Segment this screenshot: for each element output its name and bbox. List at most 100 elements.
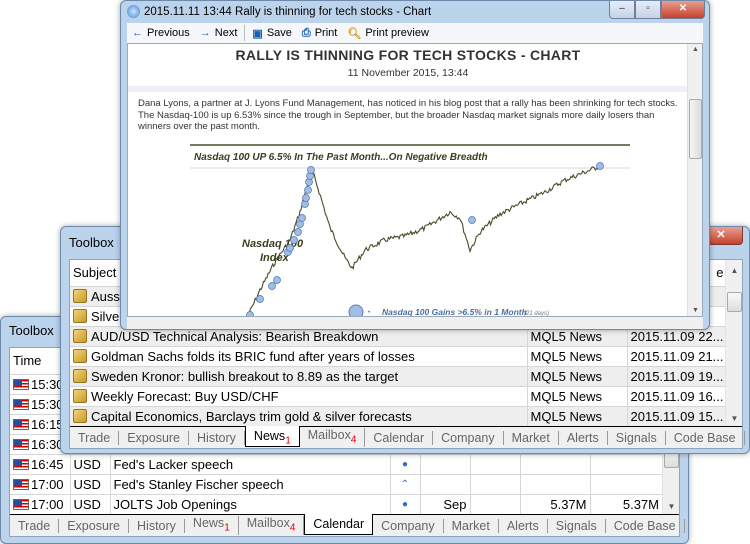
- subject-text: Capital Economics, Barclays trim gold & …: [91, 408, 412, 424]
- importance-low-icon: ●: [401, 498, 409, 510]
- tab-badge: 4: [350, 434, 357, 446]
- tab-label: Mailbox: [307, 427, 351, 442]
- gain-marker: [302, 194, 310, 202]
- tab-exposure[interactable]: Exposure: [59, 518, 130, 533]
- vertical-scrollbar[interactable]: ▲ ▼: [725, 260, 742, 428]
- scrollbar-thumb[interactable]: [727, 292, 742, 312]
- subject-cell: Sweden Kronor: bullish breakout to 8.89 …: [70, 366, 528, 387]
- scroll-down-icon[interactable]: ▼: [663, 498, 680, 515]
- news-row[interactable]: Goldman Sachs folds its BRIC fund after …: [70, 346, 728, 367]
- scroll-down-icon[interactable]: ▼: [726, 410, 743, 427]
- printer-icon: ⎙: [301, 26, 311, 39]
- gain-marker: [286, 244, 294, 252]
- importance-cell: ⌃: [390, 474, 421, 495]
- status-bar: [127, 317, 703, 329]
- print-preview-label: Print preview: [365, 27, 429, 39]
- time-value: 15:30: [31, 396, 64, 412]
- maximize-button[interactable]: ▫: [635, 1, 661, 19]
- title-bar[interactable]: 2015.11.11 13:44 Rally is thinning for t…: [121, 1, 709, 23]
- news-row[interactable]: Weekly Forecast: Buy USD/CHF MQL5 News 201…: [70, 386, 728, 407]
- tab-label: News: [192, 515, 225, 530]
- tab-alerts[interactable]: Alerts: [499, 518, 548, 533]
- print-preview-button[interactable]: 🔍︎ Print preview: [342, 27, 434, 40]
- gain-marker: [468, 216, 476, 224]
- tab-mailbox[interactable]: Mailbox4: [300, 427, 366, 448]
- us-flag-icon: [13, 378, 29, 390]
- gain-marker: [256, 295, 264, 303]
- news-row[interactable]: Capital Economics, Barclays trim gold & …: [70, 406, 728, 427]
- tab-trade[interactable]: Trade: [10, 518, 60, 533]
- article-headline: RALLY IS THINNING FOR TECH STOCKS - CHAR…: [235, 47, 581, 63]
- tab-label: Calendar: [373, 430, 425, 445]
- article-scrollbar[interactable]: ▲ ▼: [687, 44, 702, 316]
- article-content: RALLY IS THINNING FOR TECH STOCKS - CHAR…: [127, 43, 703, 317]
- toolbox-tabs: Trade Exposure History News1 Mailbox4 Calenda…: [70, 426, 745, 448]
- gain-marker: [307, 166, 315, 174]
- actual-cell: [470, 474, 521, 495]
- news-envelope-icon: [73, 408, 87, 423]
- forecast-cell: 5.37M: [520, 494, 591, 515]
- tab-history[interactable]: History: [129, 518, 185, 533]
- tab-code-base[interactable]: Code Base: [666, 430, 745, 445]
- gain-marker: [304, 186, 312, 194]
- previous-label: Previous: [147, 27, 190, 39]
- minimize-button[interactable]: –: [609, 1, 635, 19]
- news-envelope-icon: [73, 368, 87, 383]
- tab-alerts[interactable]: Alerts: [559, 430, 608, 445]
- time-value: 16:30: [31, 436, 64, 452]
- time-value: 17:00: [31, 496, 64, 512]
- article-toolbar: ← Previous → Next ▣ Save ⎙ Print 🔍︎ Print pre…: [127, 23, 703, 43]
- print-button[interactable]: ⎙ Print: [297, 27, 342, 40]
- source-cell: MQL5 News: [527, 406, 628, 427]
- article-chart-image: Nasdaq 100 UP 6.5% In The Past Month...O…: [190, 144, 630, 316]
- news-envelope-icon: [73, 308, 87, 323]
- legend-note: (21 days): [524, 311, 549, 316]
- date-cell: 2015.11.09 15...: [627, 406, 728, 427]
- tab-exposure[interactable]: Exposure: [119, 430, 190, 445]
- calendar-row[interactable]: 17:00 USD JOLTS Job Openings ● Sep 5.37M 5.37M: [10, 494, 663, 515]
- tab-market[interactable]: Market: [504, 430, 559, 445]
- scroll-up-icon[interactable]: ▲: [726, 262, 743, 279]
- scroll-down-icon[interactable]: ▼: [688, 307, 702, 314]
- event-cell: JOLTS Job Openings: [110, 494, 391, 515]
- tab-company[interactable]: Company: [433, 430, 504, 445]
- tab-label: Trade: [18, 518, 51, 533]
- calendar-row[interactable]: 17:00 USD Fed's Stanley Fischer speech ⌃: [10, 474, 663, 495]
- currency-cell: USD: [70, 454, 111, 475]
- gain-marker: [298, 214, 306, 222]
- tab-code-base[interactable]: Code Base: [606, 518, 685, 533]
- tab-label: History: [137, 518, 176, 533]
- tab-news[interactable]: News1: [244, 426, 300, 447]
- scrollbar-thumb[interactable]: [689, 99, 702, 159]
- time-cell: 16:45: [10, 454, 71, 475]
- tab-label: Code Base: [613, 518, 676, 533]
- scroll-up-icon[interactable]: ▲: [688, 46, 702, 53]
- gain-marker: [246, 311, 254, 316]
- gain-marker: [294, 228, 302, 236]
- subject-text: Weekly Forecast: Buy USD/CHF: [91, 388, 279, 404]
- tab-market[interactable]: Market: [444, 518, 499, 533]
- news-envelope-icon: [73, 388, 87, 403]
- gain-marker: [596, 162, 604, 170]
- tab-signals[interactable]: Signals: [608, 430, 666, 445]
- tab-company[interactable]: Company: [373, 518, 444, 533]
- tab-calendar[interactable]: Calendar: [365, 430, 434, 445]
- calendar-row[interactable]: 16:45 USD Fed's Lacker speech ●: [10, 454, 663, 475]
- previous-button[interactable]: ← Previous: [127, 27, 195, 39]
- tab-label: Code Base: [673, 430, 736, 445]
- tab-mailbox[interactable]: Mailbox4: [239, 515, 305, 536]
- tab-calendar[interactable]: Calendar: [304, 514, 374, 535]
- save-button[interactable]: ▣ Save: [247, 27, 296, 40]
- next-button[interactable]: → Next: [195, 27, 243, 39]
- time-value: 15:30: [31, 376, 64, 392]
- close-button[interactable]: ✕: [661, 1, 705, 19]
- tab-signals[interactable]: Signals: [548, 518, 606, 533]
- news-row[interactable]: Sweden Kronor: bullish breakout to 8.89 …: [70, 366, 728, 387]
- article-date: 11 November 2015, 13:44: [347, 67, 469, 79]
- tab-history[interactable]: History: [189, 430, 245, 445]
- tab-news[interactable]: News1: [185, 515, 239, 536]
- importance-medium-icon: ⌃: [400, 478, 410, 490]
- tab-trade[interactable]: Trade: [70, 430, 120, 445]
- currency-cell: USD: [70, 474, 111, 495]
- window-title: 2015.11.11 13:44 Rally is thinning for t…: [144, 6, 432, 18]
